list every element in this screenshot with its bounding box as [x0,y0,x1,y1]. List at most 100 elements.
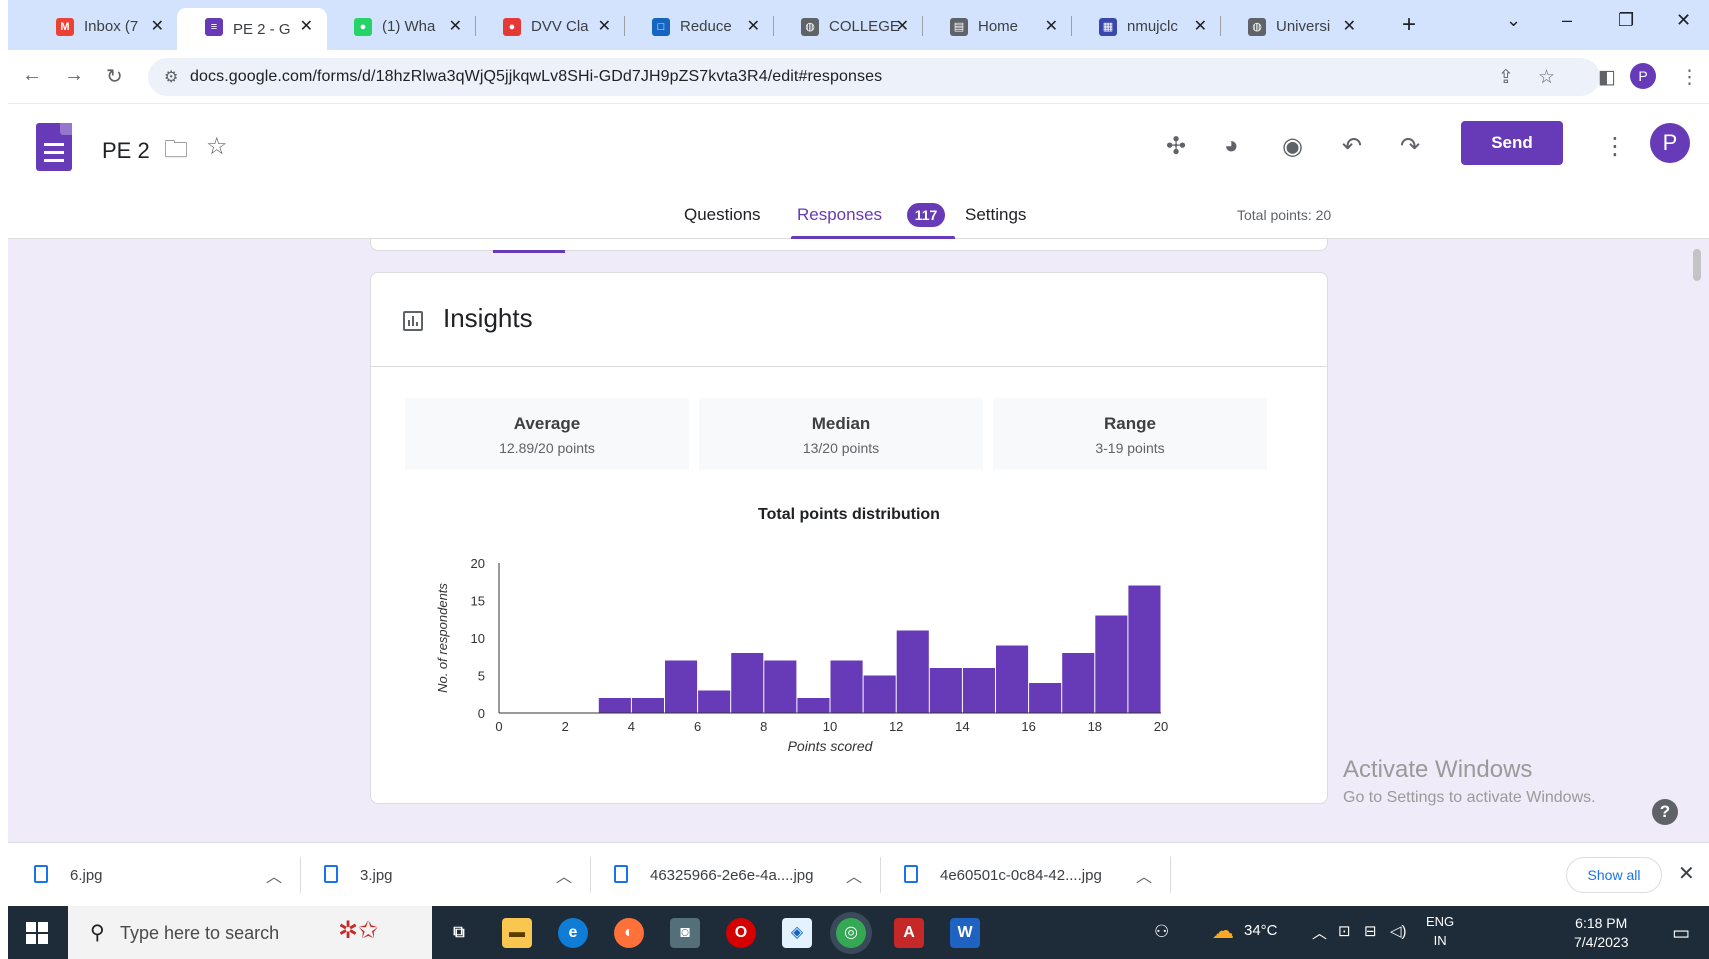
show-all-downloads-button[interactable]: Show all [1566,857,1662,893]
insights-chart-icon [403,311,423,331]
camera-icon[interactable]: ◙ [670,918,700,948]
close-tab-icon[interactable]: ✕ [449,16,462,36]
download-file-name[interactable]: 6.jpg [70,867,103,884]
search-icon: ⚲ [90,922,105,944]
taskbar-clock[interactable]: 6:18 PM 7/4/2023 [1574,914,1629,952]
forward-icon[interactable]: → [64,64,84,87]
word-icon[interactable]: W [950,918,980,948]
url-text[interactable]: docs.google.com/forms/d/18hzRlwa3qWjQ5jj… [190,68,882,86]
browser-tab[interactable]: ◍ Universi ✕ [1220,8,1370,44]
x-tick-label: 16 [1021,719,1035,734]
more-options-icon[interactable]: ⋮ [1603,132,1627,161]
address-bar[interactable]: ⚙ docs.google.com/forms/d/18hzRlwa3qWjQ5… [148,58,1600,96]
star-icon[interactable]: ☆ [206,132,228,161]
send-button[interactable]: Send [1461,121,1563,165]
page-scrollbar[interactable] [1693,249,1701,281]
download-item[interactable]: 4e60501c-0c84-42....jpg ︿ [878,843,1168,907]
browser-profile-avatar[interactable]: P [1630,63,1656,89]
download-file-name[interactable]: 4e60501c-0c84-42....jpg [940,867,1102,884]
minimize-icon[interactable]: – [1562,10,1572,31]
chevron-up-icon[interactable]: ︿ [266,863,282,887]
folder-icon[interactable]: 🗀 [164,132,188,173]
account-avatar[interactable]: P [1650,123,1690,163]
people-icon[interactable]: ⚇ [1154,922,1169,942]
browser-tab[interactable]: ● (1) Wha ✕ [326,8,476,44]
reload-icon[interactable]: ↻ [106,64,123,89]
browser-tab-label: DVV Cla [531,17,589,35]
show-hidden-icons-icon[interactable]: ︿ [1312,922,1327,943]
download-file-name[interactable]: 46325966-2e6e-4a....jpg [650,867,813,884]
site-info-icon[interactable]: ⚙ [164,67,178,87]
close-tab-icon[interactable]: ✕ [151,16,164,36]
browser-tab[interactable]: ▤ Home ✕ [922,8,1072,44]
browser-tab[interactable]: □ Reduce ✕ [624,8,774,44]
bookmark-star-icon[interactable]: ☆ [1538,66,1555,89]
undo-icon[interactable]: ↶ [1342,132,1362,161]
restore-icon[interactable]: ❐ [1618,10,1634,31]
form-title[interactable]: PE 2 [102,138,150,164]
google-forms-logo[interactable] [36,123,72,171]
chevron-up-icon[interactable]: ︿ [1136,863,1152,887]
new-tab-button[interactable]: + [1393,10,1425,42]
download-item[interactable]: 3.jpg ︿ [298,843,588,907]
chrome-icon[interactable]: ◎ [836,918,866,948]
tab-questions[interactable]: Questions [684,205,761,225]
back-icon[interactable]: ← [22,64,42,87]
notifications-icon[interactable]: ▭ [1672,922,1690,945]
volume-icon[interactable]: ◁) [1390,922,1407,940]
close-tab-icon[interactable]: ✕ [598,16,611,36]
share-icon[interactable]: ⇪ [1498,66,1514,89]
firefox-icon[interactable]: ◐ [614,918,644,948]
tab-search-icon[interactable]: ⌄ [1506,10,1521,31]
network-icon[interactable]: ⊟ [1364,922,1377,940]
download-item[interactable]: 6.jpg ︿ [8,843,298,907]
edge-icon[interactable]: e [558,918,588,948]
download-item[interactable]: 46325966-2e6e-4a....jpg ︿ [588,843,878,907]
preview-eye-icon[interactable]: ◉ [1282,132,1303,161]
addon-puzzle-icon[interactable]: ✣ [1166,132,1186,161]
tab-separator [773,16,774,36]
tab-settings[interactable]: Settings [965,205,1026,225]
chevron-up-icon[interactable]: ︿ [846,863,862,887]
close-tab-icon[interactable]: ✕ [1045,16,1058,36]
onedrive-icon[interactable]: ⊡ [1338,922,1351,940]
download-file-name[interactable]: 3.jpg [360,867,393,884]
file-explorer-icon[interactable]: ▬ [502,918,532,948]
x-tick-label: 18 [1088,719,1102,734]
taskbar-search-box[interactable]: ⚲ Type here to search ✲✩ [68,906,432,959]
close-window-icon[interactable]: ✕ [1676,10,1691,31]
opera-icon[interactable]: O [726,918,756,948]
histogram-bar [830,660,863,713]
stat-value: 12.89/20 points [499,440,595,456]
browser-tab[interactable]: ● DVV Cla ✕ [475,8,625,44]
acrobat-icon[interactable]: A [894,918,924,948]
close-tab-icon[interactable]: ✕ [1194,16,1207,36]
close-tab-icon[interactable]: ✕ [300,16,313,36]
close-tab-icon[interactable]: ✕ [747,16,760,36]
browser-tab[interactable]: ◍ COLLEGE ✕ [773,8,923,44]
close-downloads-icon[interactable]: ✕ [1678,861,1695,886]
app-icon[interactable]: ◈ [782,918,812,948]
help-icon[interactable]: ? [1652,799,1678,825]
browser-tab[interactable]: M Inbox (7 ✕ [28,8,178,44]
x-tick-label: 12 [889,719,903,734]
browser-tab[interactable]: ≡ PE 2 - G ✕ [177,8,327,50]
redo-icon[interactable]: ↷ [1400,132,1420,161]
histogram-bar [996,645,1029,713]
palette-icon[interactable]: ◕ [1224,132,1239,160]
browser-tab[interactable]: ▦ nmujclc ✕ [1071,8,1221,44]
side-panel-icon[interactable]: ◧ [1598,66,1616,89]
taskbar-search-placeholder[interactable]: Type here to search [120,923,279,944]
chevron-up-icon[interactable]: ︿ [556,863,572,887]
close-tab-icon[interactable]: ✕ [1343,16,1356,36]
close-tab-icon[interactable]: ✕ [896,16,909,36]
tab-responses[interactable]: Responses [797,205,882,225]
windows-start-icon[interactable] [26,922,48,944]
task-view-icon[interactable]: ⧉ [444,918,474,948]
histogram-bar [1128,585,1161,713]
language-indicator[interactable]: ENG IN [1426,912,1454,950]
browser-menu-icon[interactable]: ⋮ [1680,66,1699,89]
weather-temperature[interactable]: 34°C [1244,922,1278,939]
weather-icon[interactable]: ☁ [1212,918,1234,944]
download-separator [1170,857,1171,893]
